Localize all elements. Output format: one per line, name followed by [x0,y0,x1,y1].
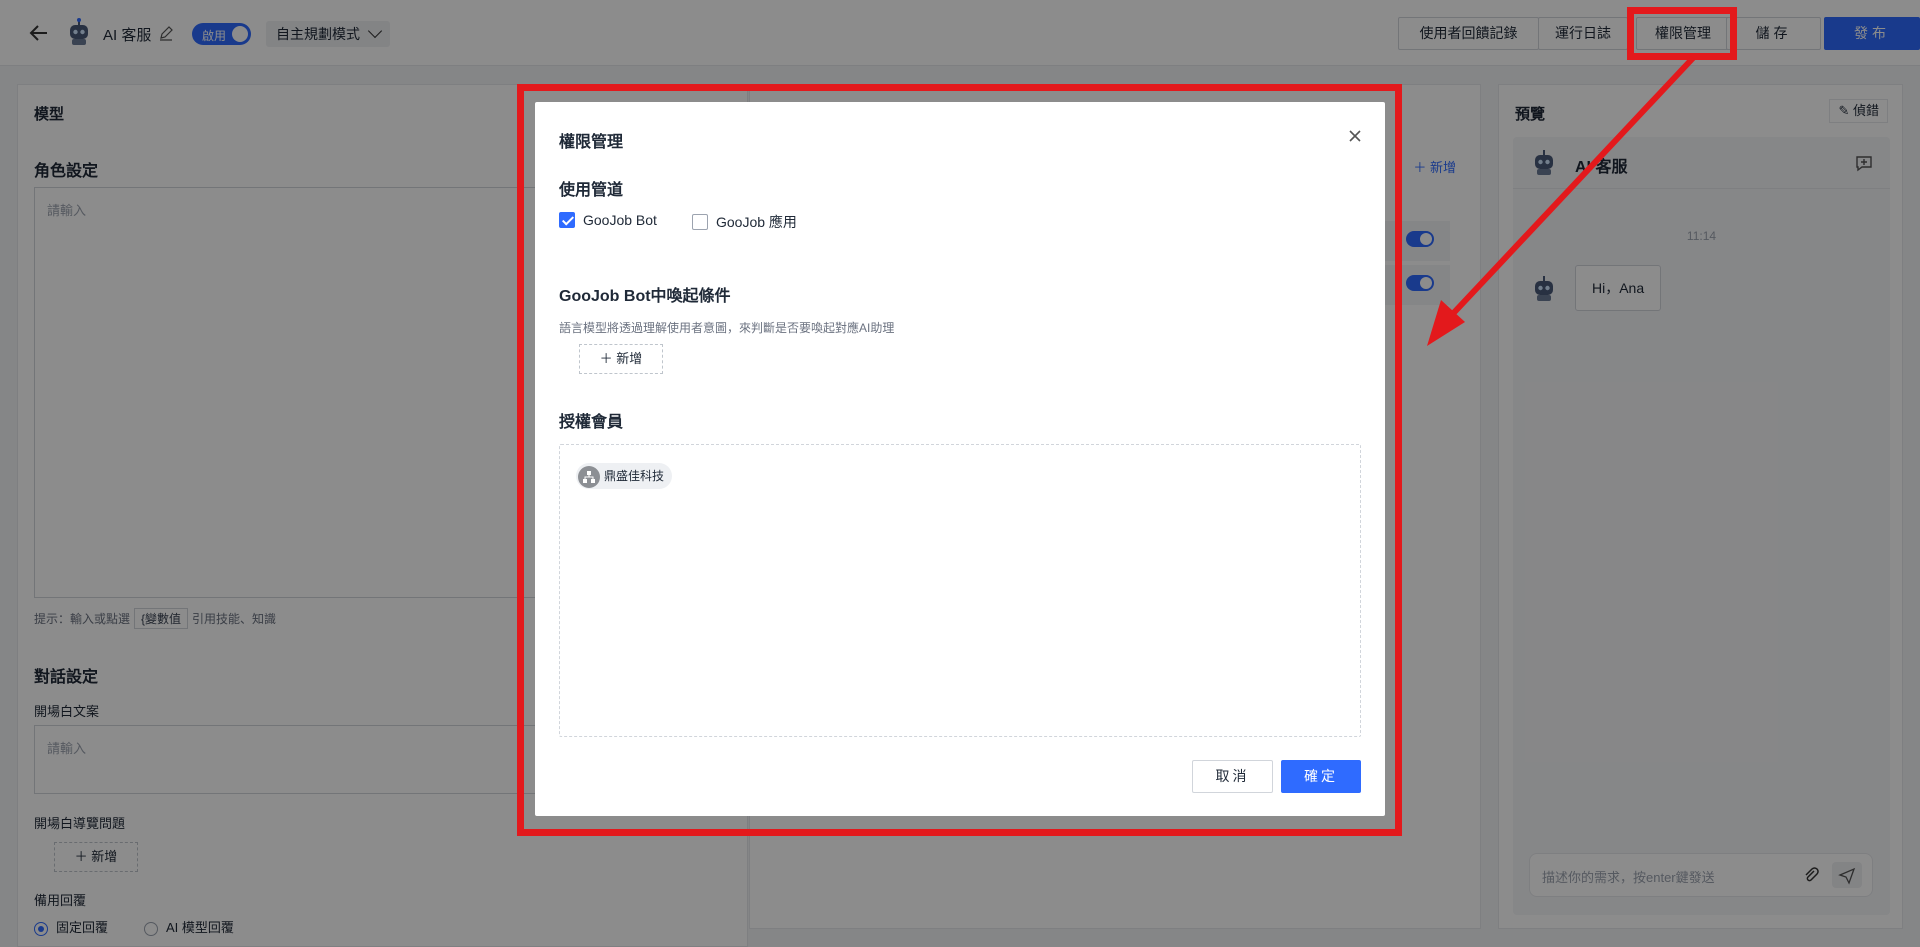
authorized-members-title: 授權會員 [559,414,624,431]
confirm-button[interactable]: 確定 [1281,760,1361,793]
add-label: 新增 [616,351,643,366]
members-selector[interactable]: 鼎盛佳科技 [559,444,1361,737]
member-name: 鼎盛佳科技 [604,469,665,483]
trigger-conditions-description: 語言模型將透過理解使用者意圖，來判斷是否要喚起對應AI助理 [559,321,895,335]
channel-label: GooJob 應用 [716,214,797,230]
channels-title: 使用管道 [559,182,624,199]
channel-label: GooJob Bot [583,212,657,228]
channel-checkbox-goojob-app[interactable]: GooJob 應用 [692,212,797,232]
plus-icon: ＋ [599,351,617,366]
add-trigger-condition-button[interactable]: ＋ 新增 [579,344,663,374]
checkbox-icon [692,214,708,230]
channel-checkbox-goojob-bot[interactable]: GooJob Bot [559,212,657,228]
modal-title: 權限管理 [559,134,624,151]
trigger-conditions-title: GooJob Bot中喚起條件 [559,288,731,305]
member-tag[interactable]: 鼎盛佳科技 [576,463,673,489]
organization-icon [578,465,600,488]
checkbox-checked-icon [559,212,575,228]
permission-modal: 權限管理 使用管道 GooJob Bot GooJob 應用 GooJob Bo… [535,102,1385,816]
cancel-button[interactable]: 取消 [1192,760,1273,793]
close-icon[interactable] [1347,128,1363,144]
